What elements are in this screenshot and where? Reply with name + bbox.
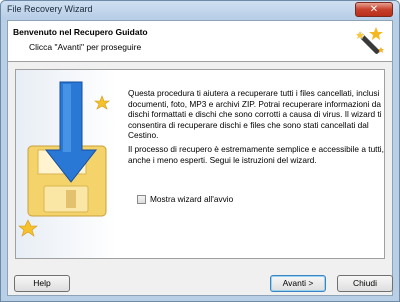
illustration-panel	[16, 70, 117, 258]
show-wizard-checkbox[interactable]	[137, 194, 146, 204]
help-button[interactable]: Help	[14, 275, 70, 292]
header-subtitle: Clicca "Avanti" per proseguire	[29, 42, 142, 52]
window-close-button[interactable]: ✕	[355, 2, 393, 17]
process-text: Il processo di recupero è estremamente s…	[128, 144, 384, 165]
next-button[interactable]: Avanti >	[270, 275, 326, 292]
wizard-header: Benvenuto nel Recupero Guidato Clicca "A…	[8, 21, 392, 62]
header-title: Benvenuto nel Recupero Guidato	[13, 27, 148, 37]
magic-wand-icon	[356, 27, 384, 54]
show-wizard-option[interactable]: Mostra wizard all'avvio	[137, 194, 233, 204]
title-bar[interactable]: File Recovery Wizard ✕	[1, 1, 399, 19]
wizard-client: Benvenuto nel Recupero Guidato Clicca "A…	[7, 20, 393, 296]
close-button[interactable]: Chiudi	[337, 275, 393, 292]
window-title: File Recovery Wizard	[7, 4, 93, 14]
show-wizard-label[interactable]: Mostra wizard all'avvio	[150, 194, 233, 204]
intro-text: Questa procedura ti aiutera a recuperare…	[128, 88, 382, 140]
wizard-content: Questa procedura ti aiutera a recuperare…	[15, 69, 385, 259]
wizard-window: File Recovery Wizard ✕ Benvenuto nel Rec…	[0, 0, 400, 302]
floppy-disk-arrow-illustration	[18, 81, 110, 237]
